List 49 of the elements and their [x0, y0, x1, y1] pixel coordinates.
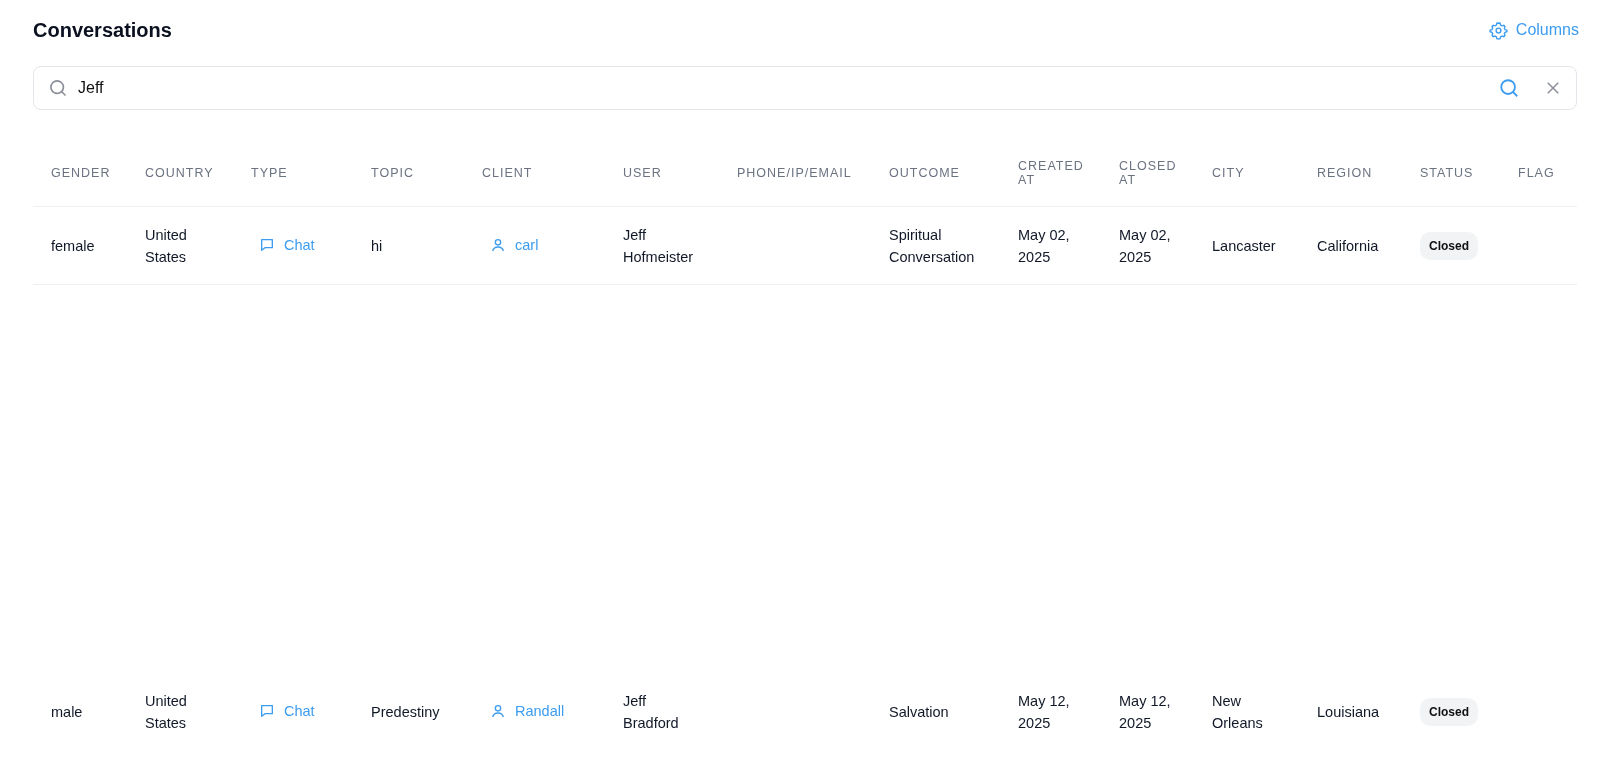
columns-button[interactable]: Columns — [1488, 20, 1579, 40]
table-cell: United States — [145, 692, 187, 731]
page-title: Conversations — [33, 18, 172, 42]
table-cell: United States — [145, 226, 187, 265]
table-cell: May 02, 2025 — [1119, 226, 1171, 265]
person-icon — [490, 702, 506, 719]
search-icon — [48, 78, 68, 98]
column-header: CITY — [1212, 166, 1245, 180]
column-header: OUTCOME — [889, 166, 960, 180]
chat-bubble-icon — [259, 236, 275, 253]
table-cell: Spiritual Conversation — [889, 226, 975, 265]
clear-button[interactable] — [1544, 79, 1562, 97]
table-cell: male — [51, 703, 83, 720]
table-cell: May 12, 2025 — [1018, 692, 1070, 731]
table-cell: Jeff Bradford — [623, 692, 679, 731]
table-cell: Predestiny — [371, 703, 440, 720]
column-header: GENDER — [51, 166, 111, 180]
column-header: CLOSED AT — [1119, 159, 1177, 187]
table-cell: New Orleans — [1212, 692, 1263, 731]
client-link[interactable]: carl — [482, 232, 545, 257]
table-cell: May 02, 2025 — [1018, 226, 1070, 265]
table-cell: hi — [371, 237, 383, 254]
gear-icon — [1488, 20, 1508, 40]
table-cell: California — [1317, 237, 1379, 254]
person-icon — [490, 236, 506, 253]
column-header: COUNTRY — [145, 166, 214, 180]
status-badge: Closed — [1420, 697, 1478, 726]
column-header: FLAG — [1518, 166, 1555, 180]
column-header: TYPE — [251, 166, 288, 180]
table-cell: Louisiana — [1317, 703, 1380, 720]
column-header: USER — [623, 166, 662, 180]
column-header: CREATED AT — [1018, 159, 1084, 187]
type-link[interactable]: Chat — [251, 232, 321, 257]
column-header: PHONE/IP/EMAIL — [737, 166, 852, 180]
search-bar[interactable]: Jeff — [33, 66, 1577, 110]
column-header: STATUS — [1420, 166, 1474, 180]
table-cell: female — [51, 237, 95, 254]
table-cell: Lancaster — [1212, 237, 1276, 254]
search-button[interactable] — [1498, 77, 1520, 99]
column-header: REGION — [1317, 166, 1373, 180]
table-cell: May 12, 2025 — [1119, 692, 1171, 731]
column-header: TOPIC — [371, 166, 414, 180]
table-cell: Jeff Hofmeister — [623, 226, 694, 265]
client-link[interactable]: Randall — [482, 698, 571, 723]
column-header: CLIENT — [482, 166, 533, 180]
status-badge: Closed — [1420, 231, 1478, 260]
table-cell: Salvation — [889, 703, 949, 720]
type-link[interactable]: Chat — [251, 698, 321, 723]
chat-bubble-icon — [259, 702, 275, 719]
